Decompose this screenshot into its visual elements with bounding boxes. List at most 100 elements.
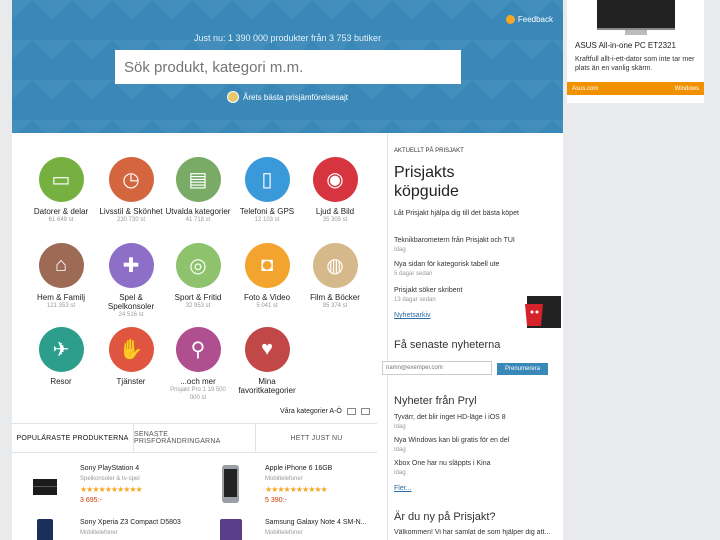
ad-cta-bar[interactable]: Asus.com Windows (567, 82, 704, 95)
handshake-icon: ✋ (108, 327, 154, 372)
phone-icon: ▯ (244, 157, 290, 202)
search-input[interactable] (115, 50, 461, 84)
category-count: 95 374 st (322, 303, 348, 309)
ad-banner[interactable]: ASUS All-in-one PC ET2321 Kraftfull allt… (567, 0, 704, 103)
subscribe-button[interactable]: Prenumerera (497, 363, 548, 375)
category-8[interactable]: ◎ Sport & Fritid 32 953 st (165, 243, 231, 310)
category-count: 32 953 st (185, 303, 211, 309)
pryl-title[interactable]: Nyheter från Pryl (394, 395, 564, 407)
category-label: Foto & Video (243, 293, 291, 302)
category-13[interactable]: ⚲ ...och mer Prisjakt Pro 1 19 500 000 st (165, 327, 231, 402)
news-section-label: AKTUELLT PÅ PRISJAKT (394, 148, 464, 154)
category-4[interactable]: ▯ Telefoni & GPS 12 103 st (234, 157, 300, 224)
all-categories-link[interactable]: Våra kategorier A-Ö (280, 408, 370, 415)
new-user-title: Är du ny på Prisjakt? (394, 511, 496, 523)
pryl-more-link[interactable]: Fler... (394, 485, 564, 492)
computer-icon: ▭ (38, 157, 84, 202)
pryl-item-title[interactable]: Xbox One har nu släppts i Kina (394, 460, 564, 467)
heart-icon: ♥ (244, 327, 290, 372)
category-count: 5 041 st (256, 303, 278, 309)
feedback-label: Feedback (517, 15, 553, 24)
pryl-item-date: Idag (394, 447, 406, 453)
category-label: Tjänster (116, 377, 146, 386)
film-icon: ◍ (312, 243, 358, 288)
product-card[interactable]: Sony PlayStation 4 Spelkonsoler & tv-spe… (32, 465, 202, 509)
watch-icon: ◷ (108, 157, 154, 202)
category-9[interactable]: ◘ Foto & Video 5 041 st (234, 243, 300, 310)
speaker-icon: ◉ (312, 157, 358, 202)
ad-title: ASUS All-in-one PC ET2321 (575, 41, 676, 50)
product-name: Sony Xperia Z3 Compact D5803 (80, 519, 181, 526)
product-category: Mobiltelefoner (265, 476, 303, 482)
category-3[interactable]: ▤ Utvalda kategorier 41 718 st (165, 157, 231, 224)
newsletter-email-input[interactable] (382, 361, 492, 375)
category-count: 12 103 st (254, 217, 280, 223)
category-14[interactable]: ♥ Mina favoritkategorier (234, 327, 300, 395)
all-categories-label: Våra kategorier A-Ö (280, 408, 342, 415)
product-category: Mobiltelefoner (265, 530, 303, 536)
iphone-image (222, 465, 239, 503)
news-item-title[interactable]: Prisjakt söker skribent (394, 287, 564, 294)
category-5[interactable]: ◉ Ljud & Bild 35 305 st (302, 157, 368, 224)
news-item-date: 5 dagar sedan (394, 271, 433, 277)
product-category: Mobiltelefoner (80, 530, 118, 536)
tab-hot[interactable]: HETT JUST NU (256, 424, 377, 452)
product-price: 5 390:- (265, 497, 287, 504)
product-name: Sony PlayStation 4 (80, 465, 140, 472)
category-11[interactable]: ✈ Resor (28, 327, 94, 386)
speech-bubble-icon (505, 15, 515, 24)
magnifier-icon: ⚲ (175, 327, 221, 372)
cart-icon: ▤ (175, 157, 221, 202)
tab-price-changes[interactable]: SENASTE PRISFÖRÄNDRINGARNA (134, 424, 256, 452)
column-divider (387, 133, 388, 540)
category-label: Utvalda kategorier (165, 207, 231, 216)
category-6[interactable]: ⌂ Hem & Familj 121 353 st (28, 243, 94, 310)
tab-popular[interactable]: POPULÄRASTE PRODUKTERNA (12, 424, 134, 452)
category-1[interactable]: ▭ Datorer & delar 61 649 st (28, 157, 94, 224)
category-12[interactable]: ✋ Tjänster (98, 327, 164, 386)
monitor-stand (625, 30, 647, 35)
guide-text: Låt Prisjakt hjälpa dig till det bästa k… (394, 210, 519, 217)
windows-logo: Windows (674, 85, 699, 92)
pryl-item-title[interactable]: Nya Windows kan bli gratis för en del (394, 437, 564, 444)
feedback-link[interactable]: Feedback (505, 15, 553, 24)
product-price: 3 695:- (80, 497, 102, 504)
category-label: Spel & Spelkonsoler (107, 293, 155, 311)
category-label: Datorer & delar (33, 207, 89, 216)
hero-banner: Feedback Just nu: 1 390 000 produkter fr… (12, 0, 563, 133)
award-icon (227, 91, 240, 103)
news-archive-link[interactable]: Nyhetsarkiv (394, 312, 564, 319)
category-2[interactable]: ◷ Livsstil & Skönhet 230 730 st (98, 157, 164, 224)
category-label: Hem & Familj (36, 293, 85, 302)
pryl-item-title[interactable]: Tyvärr, det blir inget HD-läge i iOS 8 (394, 414, 564, 421)
category-count: 61 649 st (48, 217, 74, 223)
hero-tagline: Just nu: 1 390 000 produkter från 3 753 … (193, 33, 382, 43)
category-label: Sport & Fritid (174, 293, 222, 302)
news-item-date: Idag (394, 247, 406, 253)
news-item-title[interactable]: Teknikbarometern från Prisjakt och TUI (394, 237, 564, 244)
award-badge[interactable]: Årets bästa prisjämförelsesajt (12, 91, 563, 103)
ad-cta: Asus.com (572, 85, 599, 92)
category-label: Resor (50, 377, 72, 386)
product-category: Spelkonsoler & tv-spel (80, 476, 140, 482)
category-count: 24 516 st (118, 312, 144, 318)
category-7[interactable]: ✚ Spel & Spelkonsoler 24 516 st (98, 243, 164, 319)
product-card[interactable]: Sony Xperia Z3 Compact D5803 Mobiltelefo… (32, 519, 202, 540)
product-card[interactable]: Apple iPhone 6 16GB Mobiltelefoner ★★★★★… (217, 465, 377, 509)
list-view-icon[interactable] (360, 408, 370, 415)
monitor-image (597, 0, 675, 30)
grid-view-icon[interactable] (346, 408, 356, 415)
news-item-title[interactable]: Nya sidan för kategorisk tabell ute (394, 261, 564, 268)
product-card[interactable]: Samsung Galaxy Note 4 SM-N... Mobiltelef… (217, 519, 377, 540)
category-count: Prisjakt Pro 1 19 500 000 st (170, 387, 226, 401)
gamepad-icon: ✚ (108, 243, 154, 288)
category-count: 41 718 st (185, 217, 211, 223)
category-label: Ljud & Bild (315, 207, 355, 216)
ad-text: Kraftfull allt-i-ett-dator som inte tar … (575, 56, 695, 72)
category-count: 230 730 st (116, 217, 146, 223)
category-10[interactable]: ◍ Film & Böcker 95 374 st (302, 243, 368, 310)
product-rating: ★★★★★★★★★★ (80, 485, 143, 494)
xperia-image (37, 519, 53, 540)
guide-title[interactable]: Prisjakts köpguide (394, 163, 504, 201)
category-count: 121 353 st (46, 303, 76, 309)
